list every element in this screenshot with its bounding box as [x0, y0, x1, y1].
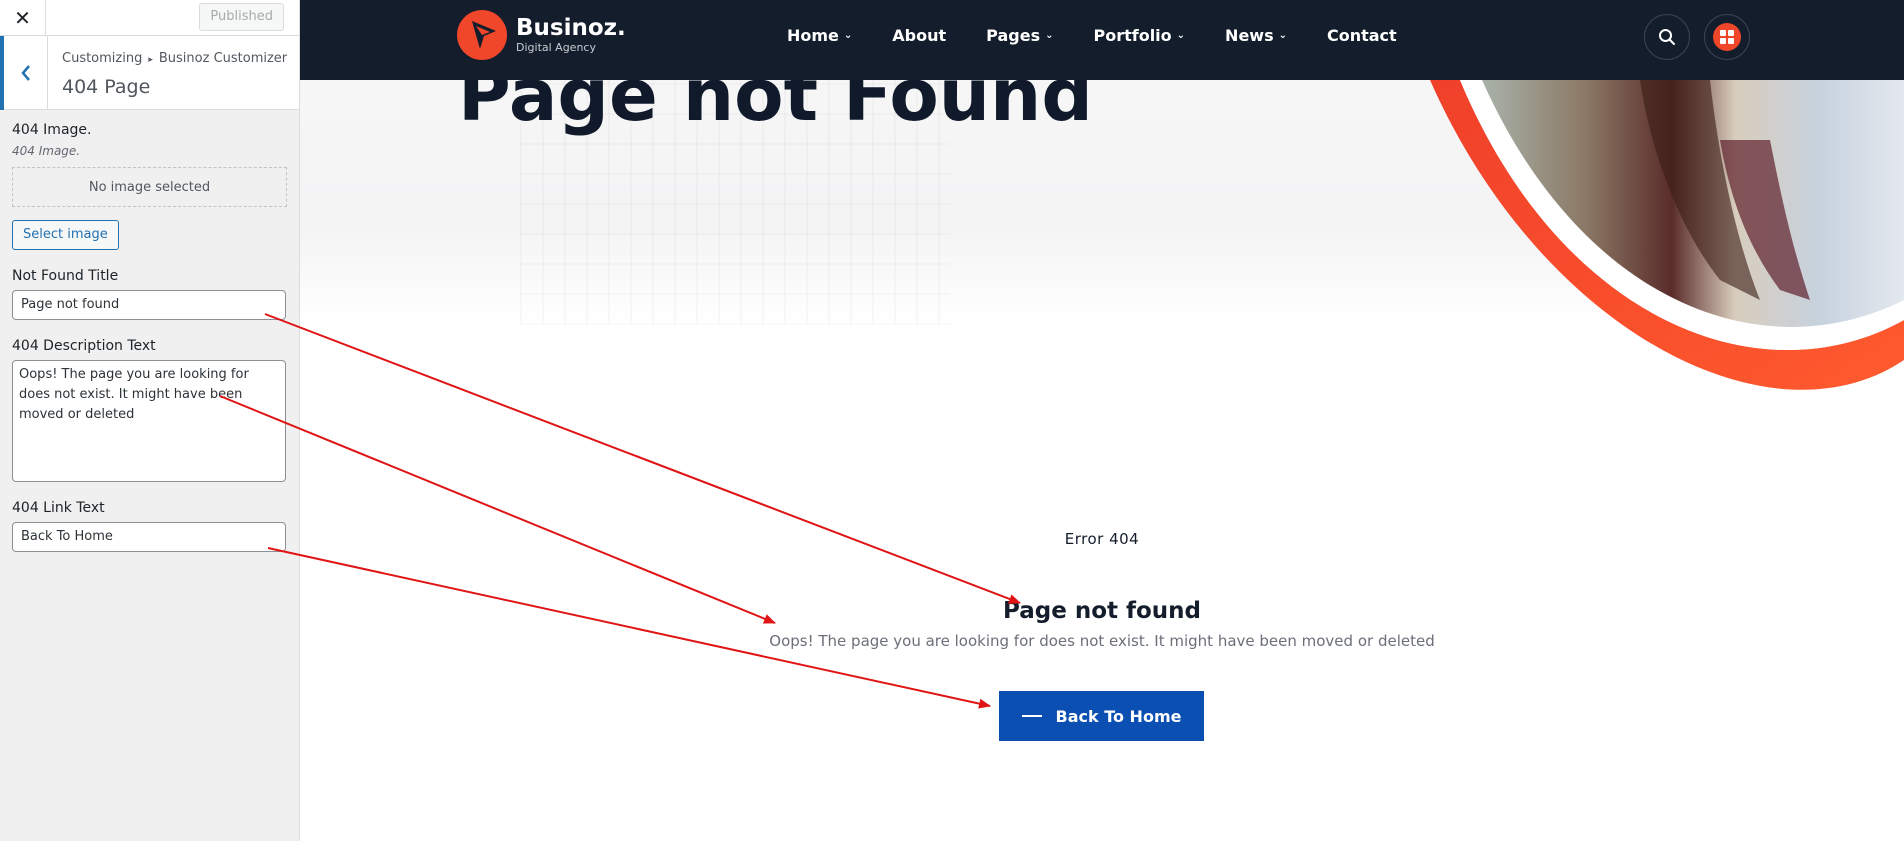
menu-item-home[interactable]: Home ⌄	[787, 26, 852, 45]
chevron-down-icon: ⌄	[843, 29, 853, 41]
chevron-down-icon: ⌄	[1045, 29, 1054, 41]
breadcrumb: Customizing ▸ Businoz Customizer	[62, 51, 287, 66]
image-field-description: 404 Image.	[12, 144, 81, 158]
logo-mark-icon	[457, 10, 507, 60]
error-code: Error 404	[1064, 530, 1140, 548]
section-title: 404 Page	[62, 76, 151, 98]
main-menu: Home ⌄ About Pages ⌄ Portfolio ⌄ News ⌄ Cont…	[787, 0, 1437, 70]
offcanvas-menu-button[interactable]	[1704, 14, 1750, 60]
select-image-button[interactable]: Select image	[12, 220, 119, 250]
search-icon	[1659, 29, 1675, 45]
chevron-down-icon: ⌄	[1278, 29, 1287, 41]
search-button[interactable]	[1644, 14, 1690, 60]
section-controls: 404 Image. 404 Image. No image selected …	[0, 122, 299, 552]
breadcrumb-section: Businoz Customizer	[158, 51, 288, 66]
published-button[interactable]: Published	[199, 3, 284, 31]
menu-item-label: Home	[787, 25, 839, 45]
site-preview: Page not Found Businoz. Digital Agency H…	[300, 0, 1904, 841]
breadcrumb-separator: ▸	[148, 55, 153, 65]
menu-item-label: Portfolio	[1093, 25, 1172, 45]
error-title: Page not found	[1002, 598, 1202, 624]
customizer-sidebar: ✕ Published Customizing ▸ Businoz Customiz…	[0, 0, 300, 841]
chevron-left-icon	[20, 65, 30, 81]
grid-icon-bg	[1713, 23, 1741, 51]
brand-tagline: Digital Agency	[516, 41, 596, 54]
section-header: Customizing ▸ Businoz Customizer 404 Page	[0, 36, 299, 110]
image-field-label: 404 Image.	[12, 122, 92, 138]
menu-item-portfolio[interactable]: Portfolio ⌄	[1093, 26, 1185, 45]
menu-item-label: Pages	[986, 25, 1041, 45]
link-field-label: 404 Link Text	[12, 500, 105, 516]
menu-item-pages[interactable]: Pages ⌄	[986, 26, 1053, 45]
menu-item-label: News	[1225, 25, 1274, 45]
link-text-input[interactable]: Back To Home	[12, 522, 286, 552]
grid-icon	[1720, 30, 1734, 44]
site-navbar: Businoz. Digital Agency Home ⌄ About Page…	[300, 0, 1904, 80]
error-description: Oops! The page you are looking for does …	[769, 632, 1435, 650]
image-placeholder[interactable]: No image selected	[12, 167, 287, 207]
menu-item-news[interactable]: News ⌄	[1225, 26, 1287, 45]
description-field-label: 404 Description Text	[12, 338, 156, 354]
menu-item-label: About	[892, 25, 947, 45]
back-to-home-button[interactable]: Back To Home	[999, 691, 1204, 741]
description-textarea[interactable]: Oops! The page you are looking for does …	[12, 360, 286, 482]
menu-item-contact[interactable]: Contact	[1327, 26, 1397, 45]
back-button[interactable]	[0, 36, 48, 110]
logo-text: Businoz. Digital Agency	[516, 15, 626, 55]
menu-item-about[interactable]: About	[892, 26, 946, 45]
brand-name: Businoz.	[516, 15, 626, 41]
customizer-header-bar: ✕ Published	[0, 0, 299, 36]
back-to-home-label: Back To Home	[1055, 706, 1182, 726]
title-input[interactable]: Page not found	[12, 290, 286, 320]
title-field-label: Not Found Title	[12, 268, 119, 284]
site-logo[interactable]: Businoz. Digital Agency	[456, 9, 626, 61]
breadcrumb-root: Customizing	[62, 51, 143, 66]
dash-icon	[1021, 715, 1042, 717]
chevron-down-icon: ⌄	[1176, 29, 1186, 41]
close-icon[interactable]: ✕	[0, 0, 46, 36]
menu-item-label: Contact	[1326, 25, 1397, 45]
